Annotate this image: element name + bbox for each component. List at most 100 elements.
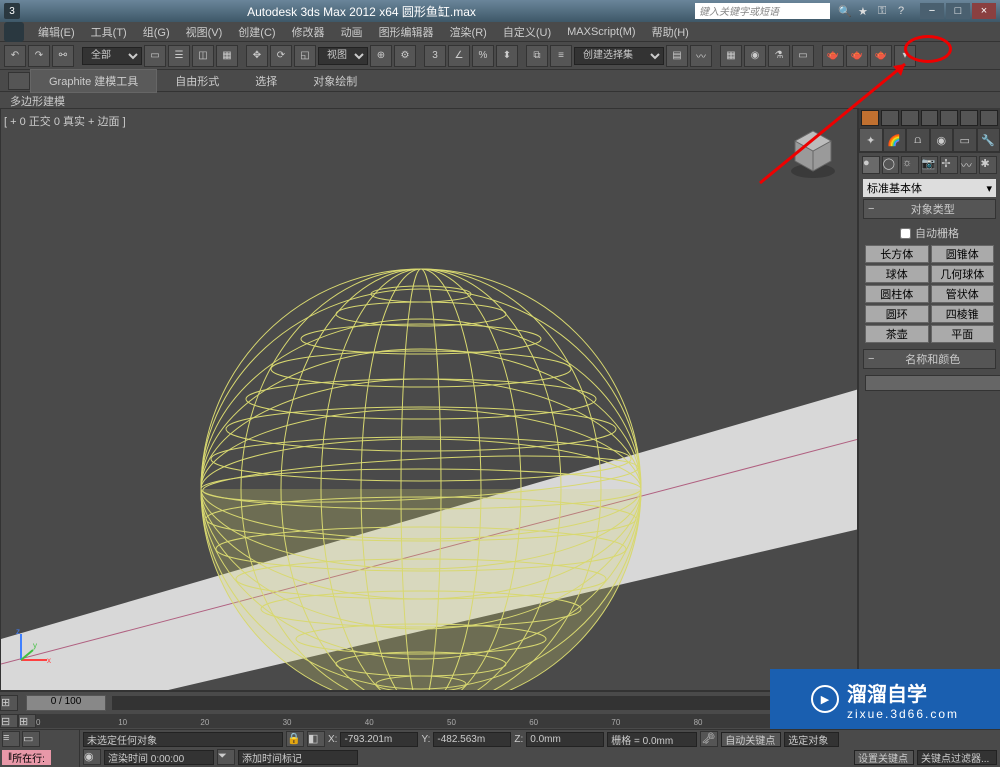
maxscript-prompt[interactable]: ‖所在行:	[2, 750, 51, 765]
maximize-button[interactable]: □	[946, 3, 970, 19]
z-coord[interactable]: 0.0mm	[526, 732, 604, 747]
setkey-button[interactable]: 设置关键点	[854, 750, 914, 765]
tab-selection[interactable]: 选择	[237, 70, 295, 92]
trackbar-toggle-2[interactable]: ⊞	[18, 714, 36, 728]
percent-snap-button[interactable]: %	[472, 45, 494, 67]
lock-selection-button[interactable]: 🔒	[286, 731, 304, 747]
menu-custom[interactable]: 自定义(U)	[495, 24, 559, 40]
render-dropdown-button[interactable]: ▾	[894, 45, 916, 67]
isolate-button[interactable]: ◉	[83, 749, 101, 765]
refcoord-dropdown[interactable]: 视图	[318, 47, 368, 65]
app-menu-icon[interactable]	[4, 22, 24, 42]
move-button[interactable]: ✥	[246, 45, 268, 67]
qicon-1[interactable]	[861, 110, 879, 126]
btn-torus[interactable]: 圆环	[865, 305, 929, 323]
manip-button[interactable]: ⚙	[394, 45, 416, 67]
render-setup-button[interactable]: ⚗	[768, 45, 790, 67]
render-iterate-button[interactable]: 🫖	[846, 45, 868, 67]
menu-maxscript[interactable]: MAXScript(M)	[559, 26, 643, 38]
timeconfig-button[interactable]: ⊞	[0, 695, 18, 711]
render-last-button[interactable]: 🫖	[870, 45, 892, 67]
tab-freeform[interactable]: 自由形式	[157, 70, 237, 92]
menu-anim[interactable]: 动画	[333, 24, 371, 40]
qicon-5[interactable]	[940, 110, 958, 126]
subtab-shapes-icon[interactable]: ◯	[882, 156, 900, 174]
minimize-button[interactable]: −	[920, 3, 944, 19]
trackbar-toggle-1[interactable]: ⊟	[0, 714, 18, 728]
btn-geosphere[interactable]: 几何球体	[931, 265, 995, 283]
menu-view[interactable]: 视图(V)	[178, 24, 231, 40]
subtab-lights-icon[interactable]: ☼	[901, 156, 919, 174]
close-button[interactable]: ×	[972, 3, 996, 19]
btn-sphere[interactable]: 球体	[865, 265, 929, 283]
rollout-name-color[interactable]: −名称和颜色	[863, 349, 996, 369]
ribbon-config-button[interactable]	[8, 72, 30, 90]
spinner-snap-button[interactable]: ⬍	[496, 45, 518, 67]
time-slider-handle[interactable]: 0 / 100	[26, 695, 106, 711]
menu-group[interactable]: 组(G)	[135, 24, 178, 40]
select-name-button[interactable]: ☰	[168, 45, 190, 67]
snap-button[interactable]: 3	[424, 45, 446, 67]
search-icon[interactable]: 🔍	[838, 5, 852, 18]
subtab-helpers-icon[interactable]: ✢	[940, 156, 958, 174]
star-icon[interactable]: ★	[858, 5, 872, 18]
redo-button[interactable]: ↷	[28, 45, 50, 67]
angle-snap-button[interactable]: ∠	[448, 45, 470, 67]
tab-hierarchy-icon[interactable]: ⩍	[906, 128, 930, 152]
tab-create-icon[interactable]: ✦	[859, 128, 883, 152]
time-slider[interactable]: ⊞ 0 / 100	[0, 691, 858, 713]
frame-ruler[interactable]: 0 10 20 30 40 50 60 70 80	[36, 714, 858, 728]
tab-display-icon[interactable]: ▭	[953, 128, 977, 152]
subtab-cameras-icon[interactable]: 📷	[921, 156, 939, 174]
tab-modify-icon[interactable]: 🌈	[883, 128, 907, 152]
menu-create[interactable]: 创建(C)	[230, 24, 283, 40]
align-button[interactable]: ≡	[550, 45, 572, 67]
menu-edit[interactable]: 编辑(E)	[30, 24, 83, 40]
autogrid-checkbox[interactable]	[900, 228, 911, 239]
key-mode-button[interactable]: 🗝	[700, 731, 718, 747]
btn-tube[interactable]: 管状体	[931, 285, 995, 303]
btn-teapot[interactable]: 茶壶	[865, 325, 929, 343]
mirror-button[interactable]: ⧉	[526, 45, 548, 67]
scale-button[interactable]: ◱	[294, 45, 316, 67]
time-track[interactable]	[112, 696, 852, 710]
link-button[interactable]: ⚯	[52, 45, 74, 67]
render-frame-button[interactable]: ▭	[792, 45, 814, 67]
viewport-label[interactable]: [ + 0 正交 0 真实 + 边面 ]	[4, 113, 126, 129]
btn-cone[interactable]: 圆锥体	[931, 245, 995, 263]
maxscript-mini-button[interactable]: ≡	[2, 731, 20, 747]
tab-objpaint[interactable]: 对象绘制	[295, 70, 375, 92]
menu-help[interactable]: 帮助(H)	[644, 24, 697, 40]
viewport[interactable]: z x y	[0, 108, 858, 691]
y-coord[interactable]: -482.563m	[433, 732, 511, 747]
btn-cylinder[interactable]: 圆柱体	[865, 285, 929, 303]
render-production-button[interactable]: 🫖	[822, 45, 844, 67]
layer-button[interactable]: ▤	[666, 45, 688, 67]
object-name-input[interactable]	[865, 375, 1000, 391]
listener-button[interactable]: ▭	[22, 731, 40, 747]
named-selset[interactable]: 创建选择集	[574, 47, 664, 65]
btn-box[interactable]: 长方体	[865, 245, 929, 263]
select-button[interactable]: ▭	[144, 45, 166, 67]
btn-pyramid[interactable]: 四棱锥	[931, 305, 995, 323]
tab-utility-icon[interactable]: 🔧	[977, 128, 1000, 152]
rollout-object-type[interactable]: −对象类型	[863, 199, 996, 219]
rotate-button[interactable]: ⟳	[270, 45, 292, 67]
search-input[interactable]: 键入关键字或短语	[695, 3, 830, 19]
tab-motion-icon[interactable]: ◉	[930, 128, 954, 152]
category-dropdown[interactable]: 标准基本体▾	[863, 179, 996, 197]
menu-render[interactable]: 渲染(R)	[442, 24, 495, 40]
qicon-7[interactable]	[980, 110, 998, 126]
help-icon[interactable]: ?	[898, 5, 912, 18]
menu-modify[interactable]: 修改器	[284, 24, 333, 40]
btn-plane[interactable]: 平面	[931, 325, 995, 343]
select-region-button[interactable]: ◫	[192, 45, 214, 67]
subtab-geometry-icon[interactable]: ●	[862, 156, 880, 174]
abs-rel-button[interactable]: ◧	[307, 731, 325, 747]
qicon-3[interactable]	[901, 110, 919, 126]
curve-editor-button[interactable]: 〰	[690, 45, 712, 67]
pivot-button[interactable]: ⊕	[370, 45, 392, 67]
subtab-warps-icon[interactable]: 〰	[960, 156, 978, 174]
undo-button[interactable]: ↶	[4, 45, 26, 67]
qicon-4[interactable]	[921, 110, 939, 126]
